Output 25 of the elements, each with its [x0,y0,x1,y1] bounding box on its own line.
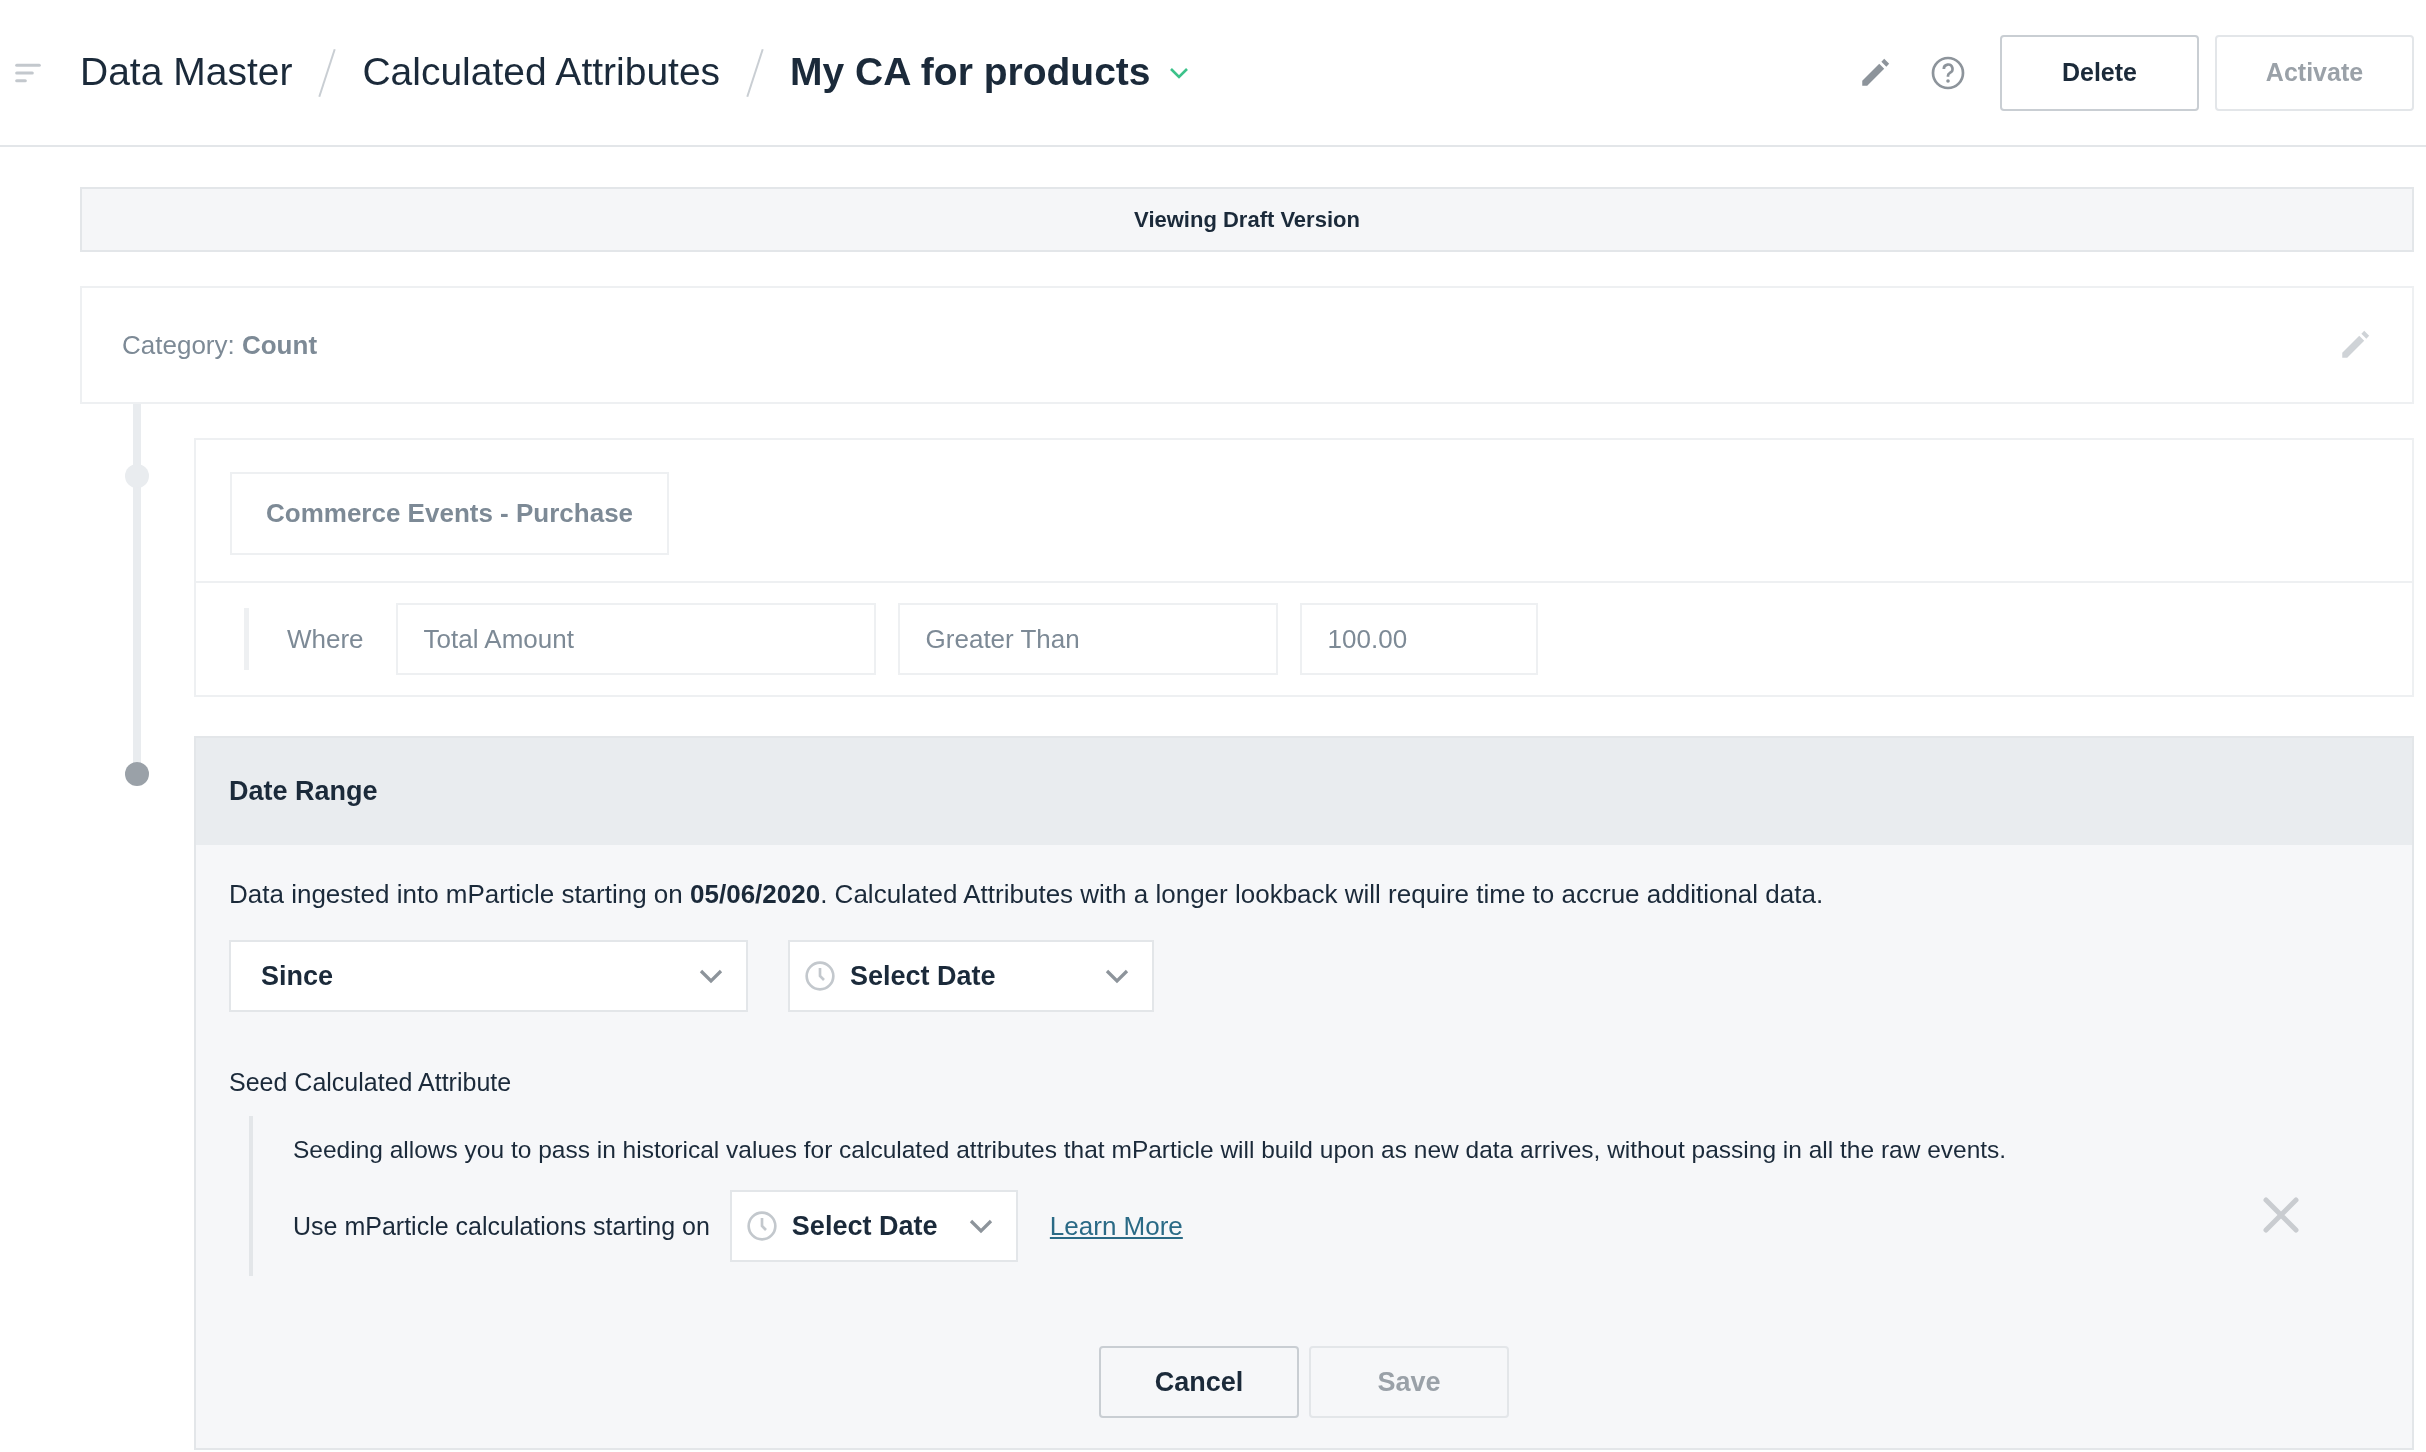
date-select[interactable]: Select Date [729,1190,1018,1263]
clock-icon [745,1210,778,1243]
date-select[interactable]: Select Date [788,940,1154,1012]
learn-more-link[interactable]: Learn More [1049,1206,1183,1246]
section-title: Date Range [229,775,378,809]
event-chip[interactable]: Commerce Events - Purchase [230,472,670,555]
attribute-field[interactable]: Total Amount [395,603,876,675]
breadcrumb-item[interactable]: Data Master [80,43,293,102]
value-field[interactable]: 100.00 [1299,603,1538,675]
operator-field[interactable]: Greater Than [897,603,1278,675]
seed-description: Seeding allows you to pass in historical values for calculated attributes that mParticle will build upon as new data arrives, without passing in all the raw events. [293,1134,2008,1165]
notice-text: Data ingested into mParticle starting on 05/06/2020. Calculated Attributes with a longer lookback will require time to accrue additional data. [229,878,1825,911]
where-label: Where [287,622,364,656]
category-label: Category: Count [122,328,318,362]
start-label: Use mParticle calculations starting on [293,1210,710,1242]
draft-version-banner: Viewing Draft Version [80,187,2414,252]
seed-title: Seed Calculated Attribute [229,1067,513,1098]
help-icon[interactable] [1930,54,1966,91]
breadcrumb-item[interactable]: Calculated Attributes [362,43,721,102]
breadcrumb-item[interactable]: My CA for products [790,43,1151,102]
clock-icon [804,960,836,992]
header-button[interactable]: Delete [2000,34,2199,111]
close-icon[interactable] [2261,1194,2301,1235]
form-button[interactable]: Cancel [1099,1346,1299,1419]
range-type-select[interactable]: Since [229,940,748,1012]
